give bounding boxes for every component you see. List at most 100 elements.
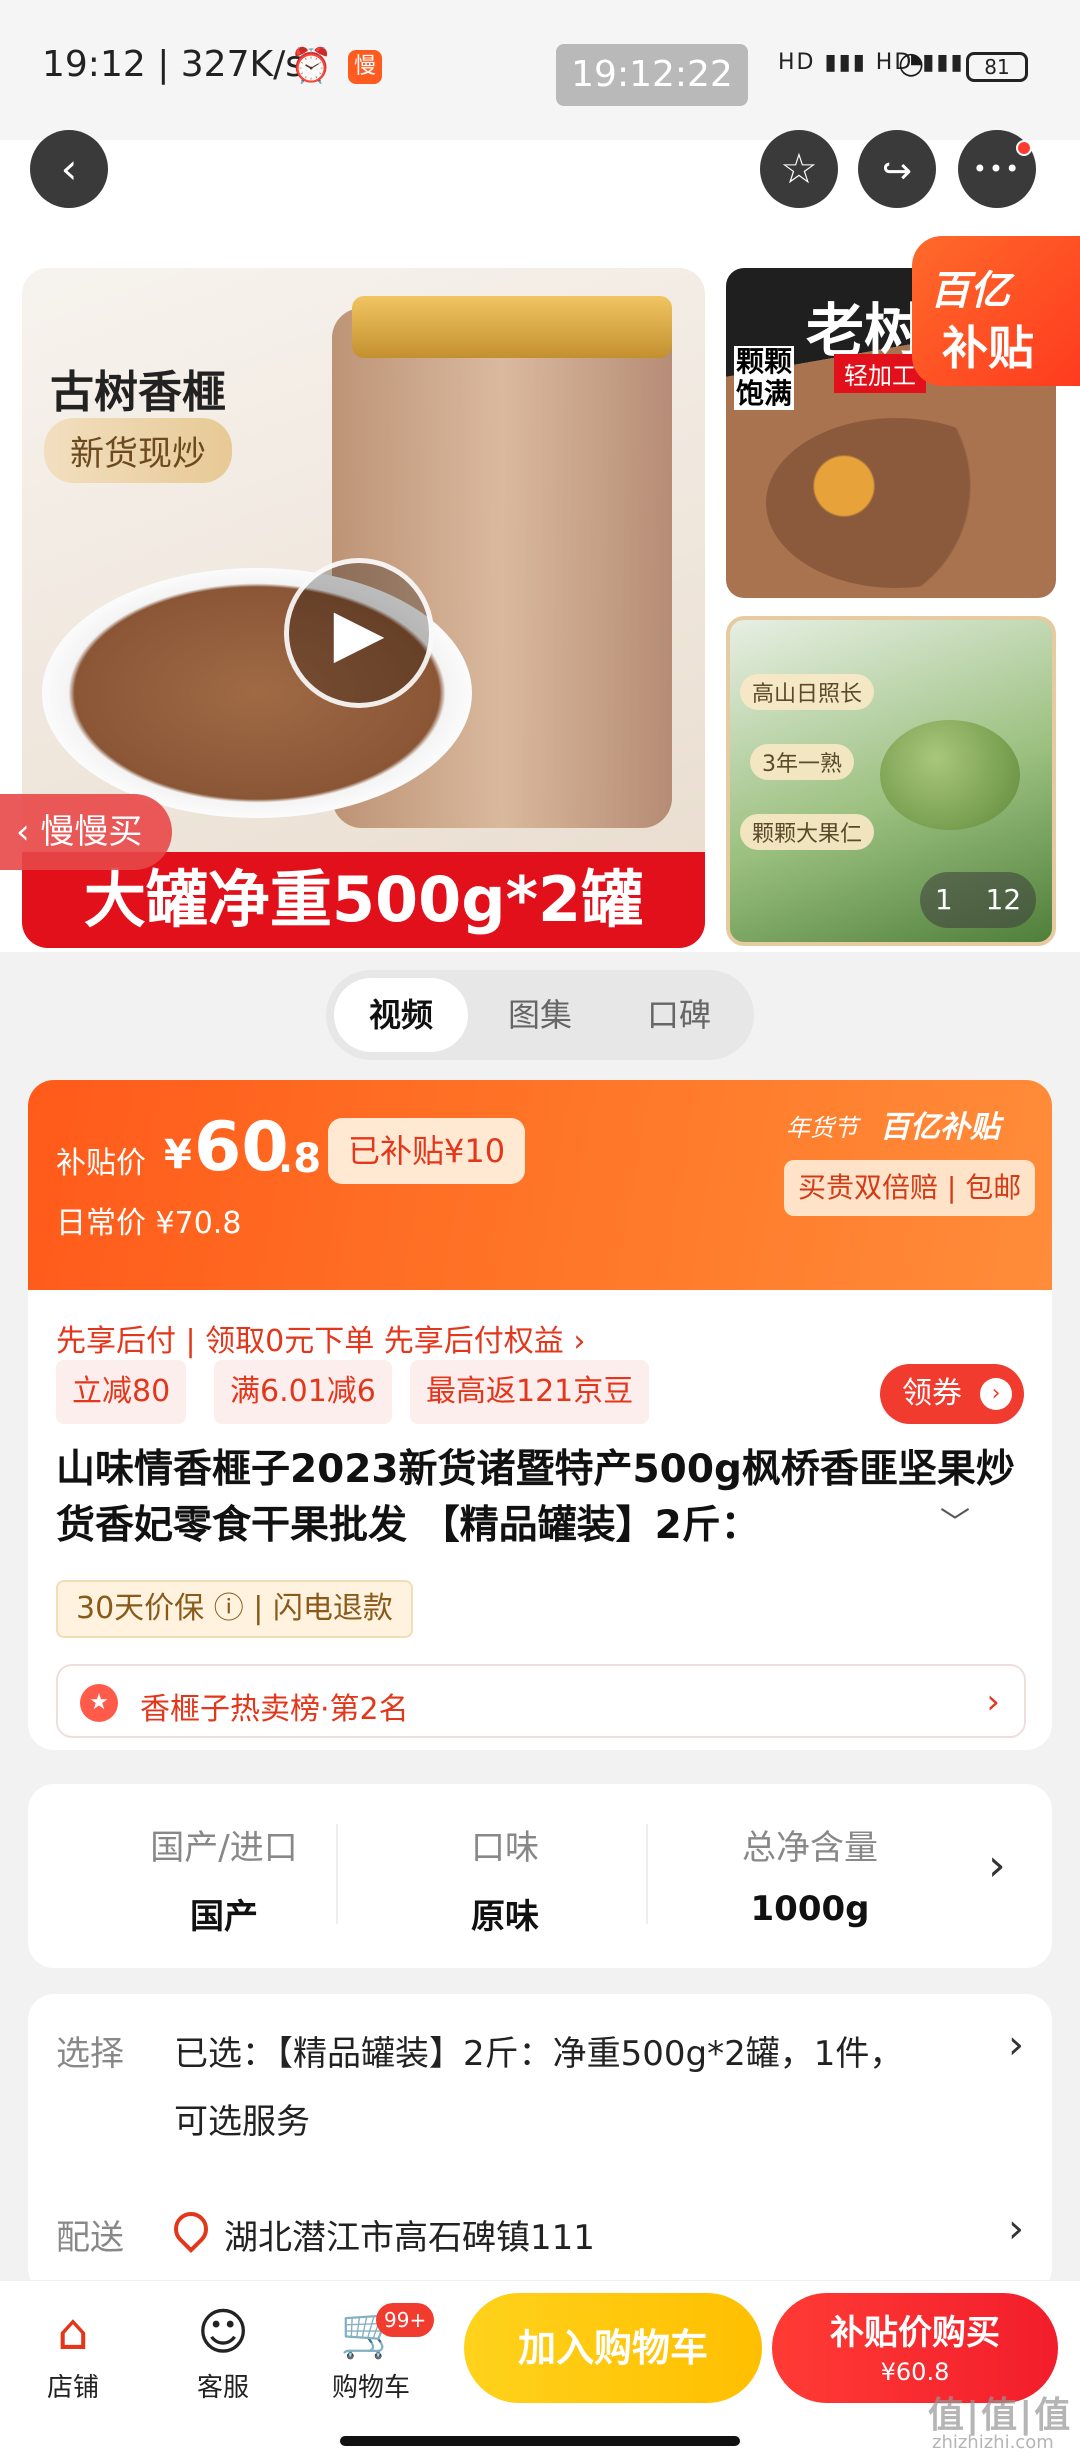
tab-video[interactable]: 视频 xyxy=(334,978,468,1052)
delivery-address[interactable]: 湖北潜江市高石碑镇111 xyxy=(224,2210,595,2259)
currency-symbol: ¥ xyxy=(164,1132,192,1178)
thumbnail-label: 高山日照长 xyxy=(740,674,875,710)
billion-subsidy-logo[interactable]: 百亿补贴 xyxy=(880,1102,1000,1146)
subsidy-corner-badge: 百亿 补贴 xyxy=(912,236,1080,386)
price-label: 补贴价 xyxy=(56,1146,146,1181)
attribute-key: 国产/进口 xyxy=(150,1828,298,1868)
chevron-right-icon[interactable]: › xyxy=(1008,2022,1024,2068)
media-tabs: 视频 图集 口碑 xyxy=(326,970,754,1060)
price-protection-tag[interactable]: 30天价保 ⓘ | 闪电退款 xyxy=(56,1580,413,1638)
watermark-url: zhizhizhi.com xyxy=(932,2432,1054,2453)
pager-total: 12 xyxy=(985,883,1022,916)
floating-clock: 19:12:22 xyxy=(556,44,748,106)
discount-chip[interactable]: 立减80 xyxy=(56,1360,187,1424)
notification-dot xyxy=(1016,140,1032,156)
select-key: 选择 xyxy=(56,2034,124,2074)
back-button[interactable]: ‹ xyxy=(30,130,108,208)
alarm-clock-icon: ⏰ xyxy=(290,46,333,86)
price-decimal: .8 xyxy=(278,1136,322,1182)
subsidy-corner-line2: 补贴 xyxy=(942,321,1034,375)
attribute-origin: 国产/进口 国产 xyxy=(74,1820,374,1938)
chevron-right-icon[interactable]: › xyxy=(1008,2206,1024,2252)
chevron-right-icon: › xyxy=(980,1378,1012,1410)
thumbnail-side-text: 颗颗饱满 xyxy=(734,345,794,410)
share-button[interactable]: ↪ xyxy=(858,130,936,208)
divider xyxy=(646,1824,648,1924)
attribute-value: 1000g xyxy=(750,1889,870,1929)
jar-lid-graphic xyxy=(352,296,672,358)
medal-icon: ★ xyxy=(80,1684,118,1722)
ranking-bar[interactable]: ★ 香榧子热卖榜·第2名 › xyxy=(56,1664,1026,1738)
chevron-right-icon: › xyxy=(988,1840,1006,1891)
tab-gallery[interactable]: 图集 xyxy=(473,978,607,1052)
back-arrow-icon: ‹ xyxy=(60,144,78,193)
daily-price: 日常价 ¥70.8 xyxy=(56,1206,242,1241)
ranking-text: 香榧子热卖榜·第2名 xyxy=(140,1692,409,1727)
price-card: 补贴价 ¥ 60 .8 已补贴¥10 日常价 ¥70.8 年货节 百亿补贴 买贵… xyxy=(28,1080,1052,1750)
store-icon: ⌂ xyxy=(57,2303,89,2361)
cart-label: 购物车 xyxy=(331,2373,410,2403)
chat-face-icon: ☺ xyxy=(196,2303,250,2361)
attribute-value: 原味 xyxy=(471,1897,539,1937)
favorite-button[interactable]: ☆ xyxy=(760,130,838,208)
cellular-signal-icon: HD ▮▮▮ HD ▮▮▮ xyxy=(778,50,965,75)
share-icon: ↪ xyxy=(881,151,913,192)
delivery-key: 配送 xyxy=(56,2218,124,2258)
slow-buy-button[interactable]: ‹ 慢慢买 xyxy=(0,794,173,870)
subsidy-amount-badge: 已补贴¥10 xyxy=(328,1118,526,1184)
festival-logo: 年货节 xyxy=(786,1114,858,1142)
discount-chip[interactable]: 满6.01减6 xyxy=(214,1360,392,1424)
attribute-key: 口味 xyxy=(471,1828,539,1868)
cart-button[interactable]: 🛒 购物车 99+ xyxy=(316,2297,435,2404)
store-label: 店铺 xyxy=(46,2373,99,2403)
customer-service-label: 客服 xyxy=(196,2373,249,2403)
subsidy-corner-line1: 百亿 xyxy=(930,268,1010,314)
selected-spec[interactable]: 已选：【精品罐装】2斤：净重500g*2罐，1件， xyxy=(174,2026,903,2075)
watermark-logo: 值|值|值 xyxy=(928,2395,1073,2436)
buy-now-label: 补贴价购买 xyxy=(830,2313,1000,2353)
customer-service-button[interactable]: ☺ 客服 xyxy=(168,2297,278,2404)
attributes-card[interactable]: 国产/进口 国产 口味 原味 总净含量 1000g › xyxy=(28,1784,1052,1968)
tab-reviews[interactable]: 口碑 xyxy=(612,978,746,1052)
bottom-action-bar: ⌂ 店铺 ☺ 客服 🛒 购物车 99+ 加入购物车 补贴价购买 ¥60.8 xyxy=(0,2280,1080,2460)
cart-count-badge: 99+ xyxy=(376,2303,435,2337)
fruit-graphic xyxy=(880,720,1020,830)
thumbnail-label: 颗颗大果仁 xyxy=(740,814,875,850)
home-indicator[interactable] xyxy=(340,2436,740,2446)
pay-later-link[interactable]: 先享后付 | 领取0元下单 先享后付权益 › xyxy=(56,1316,585,1360)
location-pin-icon xyxy=(166,2204,216,2254)
product-title: 山味情香榧子2023新货诸暨特产500g枫桥香匪坚果炒货香妃零食干果批发 【精品… xyxy=(56,1447,1015,1548)
attribute-value: 国产 xyxy=(190,1897,258,1937)
status-time: 19:12 | 327K/s xyxy=(42,44,304,85)
chevron-right-icon: › xyxy=(986,1682,1000,1722)
battery-icon: 81 xyxy=(966,52,1028,82)
more-icon: ••• xyxy=(972,155,1022,183)
guarantee-badge[interactable]: 买贵双倍赔 | 包邮 xyxy=(784,1160,1036,1216)
store-button[interactable]: ⌂ 店铺 xyxy=(18,2297,128,2404)
status-bar: 19:12 | 327K/s ⏰ 慢 19:12:22 HD ▮▮▮ HD ▮▮… xyxy=(0,0,1080,140)
add-to-cart-button[interactable]: 加入购物车 xyxy=(464,2293,762,2403)
attribute-net-weight: 总净含量 1000g xyxy=(660,1820,960,1929)
coupon-label: 领券 xyxy=(902,1376,962,1411)
pager-current: 1 xyxy=(934,883,953,916)
price-banner: 补贴价 ¥ 60 .8 已补贴¥10 日常价 ¥70.8 年货节 百亿补贴 买贵… xyxy=(28,1080,1052,1290)
play-icon[interactable]: ▶ xyxy=(284,558,434,708)
selection-card: 选择 已选：【精品罐装】2斤：净重500g*2罐，1件， 可选服务 › 配送 湖… xyxy=(28,1994,1052,2294)
slow-buy-label: 慢慢买 xyxy=(40,812,143,852)
slow-app-icon: 慢 xyxy=(348,50,382,84)
image-fresh-badge: 新货现炒 xyxy=(44,418,232,483)
nuts-graphic xyxy=(766,418,1026,588)
attribute-flavor: 口味 原味 xyxy=(340,1820,670,1938)
divider xyxy=(336,1824,338,1924)
image-pager: 1 12 xyxy=(920,872,1036,928)
image-brand-text: 古树香榧 xyxy=(50,367,226,418)
buy-now-price: ¥60.8 xyxy=(880,2358,950,2386)
discount-chip[interactable]: 最高返121京豆 xyxy=(410,1360,650,1424)
chevron-down-icon[interactable]: ﹀ xyxy=(940,1498,970,1542)
get-coupon-button[interactable]: 领券 › xyxy=(880,1364,1024,1424)
thumbnail-label: 3年一熟 xyxy=(750,744,854,780)
star-icon: ☆ xyxy=(780,144,818,193)
optional-service[interactable]: 可选服务 xyxy=(174,2094,310,2143)
price-integer: 60 xyxy=(194,1108,289,1187)
attribute-key: 总净含量 xyxy=(742,1828,878,1868)
